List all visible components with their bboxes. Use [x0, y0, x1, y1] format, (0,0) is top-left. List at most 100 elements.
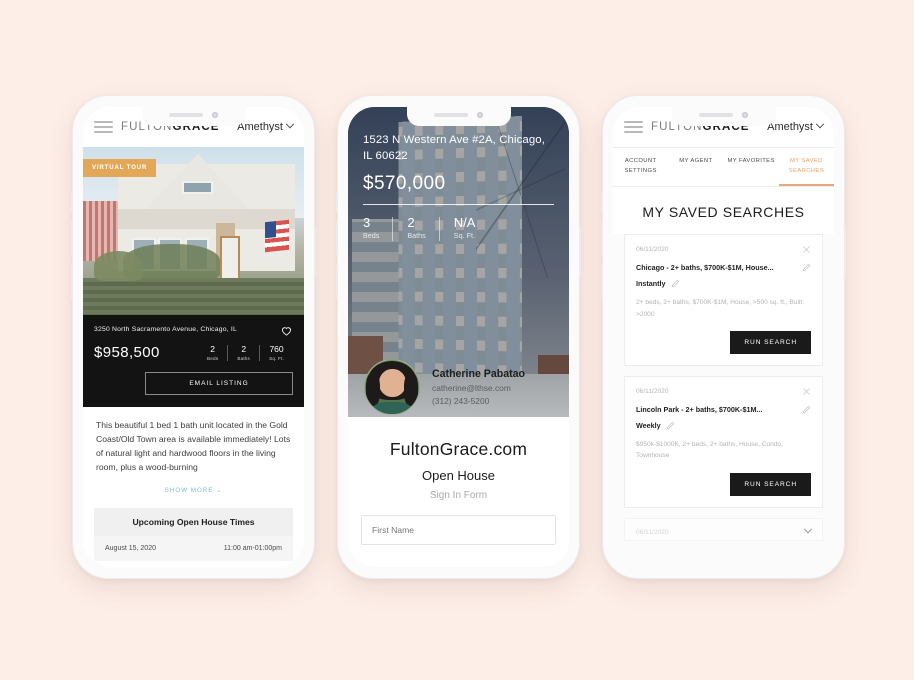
property-price: $570,000 — [363, 173, 446, 195]
saved-search-name-row: Lincoln Park - 2+ baths, $700K-$1M... — [636, 405, 811, 414]
tab-account-settings[interactable]: ACCOUNT SETTINGS — [613, 148, 668, 186]
stat-beds-value: 2 — [210, 344, 216, 355]
show-more-label: SHOW MORE — [164, 486, 214, 494]
stat-baths-value: 2 — [241, 344, 247, 355]
hamburger-icon[interactable] — [94, 121, 113, 133]
chevron-down-icon: ⌄ — [216, 486, 223, 494]
virtual-tour-badge[interactable]: VIRTUAL TOUR — [83, 159, 157, 177]
open-house-signin-form: FultonGrace.com Open House Sign In Form — [348, 417, 569, 567]
phone3-screen: FULTONGRACE Amethyst ACCOUNT SETTINGS MY… — [613, 107, 834, 567]
close-icon[interactable] — [802, 387, 811, 396]
hamburger-icon[interactable] — [624, 121, 643, 133]
agent-name: Catherine Pabatao — [432, 367, 526, 380]
phone2-screen: 1523 N Western Ave #2A, Chicago, IL 6062… — [348, 107, 569, 567]
front-shrub — [94, 251, 143, 282]
phone-volume-up-button — [71, 222, 73, 256]
listing-price-row: $958,500 2 Beds 2 Baths 760 Sq. Ft. — [94, 344, 293, 361]
email-listing-button[interactable]: EMAIL LISTING — [145, 372, 293, 395]
listing-hero-photo[interactable]: VIRTUAL TOUR — [83, 147, 304, 315]
account-menu[interactable]: Amethyst — [237, 119, 295, 133]
avatar-hair-left — [366, 372, 381, 407]
speaker-grille-icon — [699, 113, 733, 117]
pencil-icon[interactable] — [802, 263, 811, 272]
account-menu-label: Amethyst — [767, 121, 813, 133]
tab-my-saved-searches[interactable]: MY SAVED SEARCHES — [778, 148, 834, 187]
account-menu[interactable]: Amethyst — [767, 119, 825, 133]
phone-mockup-saved-searches: FULTONGRACE Amethyst ACCOUNT SETTINGS MY… — [601, 95, 846, 579]
phone-notch — [141, 107, 246, 126]
chevron-down-icon[interactable] — [803, 525, 813, 534]
front-door — [220, 236, 240, 282]
run-search-button[interactable]: RUN SEARCH — [730, 331, 811, 355]
stat-sqft-label: Sq. Ft. — [269, 355, 284, 361]
listing-stats: 2 Beds 2 Baths 760 Sq. Ft. — [198, 344, 293, 361]
agent-email[interactable]: catherine@lthse.com — [432, 382, 525, 395]
chevron-down-icon — [815, 119, 825, 129]
saved-search-name: Chicago - 2+ baths, $700K-$1M, House... — [636, 263, 774, 273]
page-title: MY SAVED SEARCHES — [613, 187, 834, 235]
stat-sqft-value: 760 — [269, 344, 284, 355]
phone-volume-up-button — [601, 222, 603, 256]
agent-details: Catherine Pabatao catherine@lthse.com (3… — [432, 366, 525, 408]
stat-beds-label: Beds — [363, 231, 380, 241]
listing-address: 3250 North Sacramento Avenue, Chicago, I… — [94, 326, 237, 333]
stat-sqft-value: N/A — [453, 215, 476, 231]
first-name-input[interactable] — [361, 515, 556, 545]
heart-icon[interactable] — [280, 324, 293, 337]
saved-search-header: 06/11/2020 — [636, 525, 813, 536]
pencil-icon[interactable] — [802, 405, 811, 414]
phone-side-button — [601, 192, 603, 212]
stat-baths-label: Baths — [237, 355, 251, 361]
saved-searches-list: 06/11/2020 Chicago - 2+ baths, $700K-$1M… — [613, 234, 834, 567]
pencil-icon[interactable] — [666, 421, 675, 430]
saved-search-name: Lincoln Park - 2+ baths, $700K-$1M... — [636, 405, 763, 415]
form-caption: Sign In Form — [429, 490, 488, 501]
front-camera-icon — [742, 112, 748, 118]
close-icon[interactable] — [802, 245, 811, 254]
open-house-table: Upcoming Open House Times August 15, 202… — [94, 507, 293, 561]
front-camera-icon — [212, 112, 218, 118]
open-house-heading: Upcoming Open House Times — [94, 507, 293, 536]
pencil-icon[interactable] — [671, 279, 680, 288]
stat-beds-value: 3 — [363, 215, 371, 231]
open-house-time: 11:00 am-01:00pm — [223, 544, 282, 552]
listing-summary-bar: 3250 North Sacramento Avenue, Chicago, I… — [83, 315, 304, 407]
tab-my-agent[interactable]: MY AGENT — [668, 148, 723, 186]
american-flag-icon — [264, 219, 289, 253]
run-search-button[interactable]: RUN SEARCH — [730, 472, 811, 496]
phone-side-button — [336, 192, 338, 212]
tab-my-favorites[interactable]: MY FAVORITES — [724, 148, 779, 186]
show-more-link[interactable]: SHOW MORE ⌄ — [83, 486, 304, 494]
phone-volume-up-button — [336, 222, 338, 256]
phone-volume-down-button — [71, 264, 73, 298]
speaker-grille-icon — [169, 113, 203, 117]
phone-power-button — [579, 226, 581, 278]
open-house-date: August 15, 2020 — [105, 544, 156, 552]
listing-description: This beautiful 1 bed 1 bath unit located… — [96, 420, 291, 472]
phone-volume-down-button — [601, 264, 603, 298]
saved-search-date: 06/11/2020 — [636, 528, 669, 536]
listing-address-row: 3250 North Sacramento Avenue, Chicago, I… — [94, 324, 293, 337]
property-info-overlay: 1523 N Western Ave #2A, Chicago, IL 6062… — [348, 107, 569, 242]
agent-card[interactable]: Catherine Pabatao catherine@lthse.com (3… — [348, 359, 569, 415]
avatar-hair-right — [403, 372, 418, 407]
saved-search-criteria: 2+ beds, 2+ baths, $700K-$1M, House, >50… — [636, 299, 805, 318]
agent-phone[interactable]: (312) 243-5200 — [432, 395, 525, 408]
account-tabs: ACCOUNT SETTINGS MY AGENT MY FAVORITES M… — [613, 147, 834, 188]
front-steps — [83, 278, 304, 315]
saved-search-frequency: Instantly — [636, 279, 666, 289]
phone-power-button — [844, 226, 846, 278]
stat-baths-value: 2 — [407, 215, 415, 231]
stat-sqft: N/A Sq. Ft. — [454, 215, 476, 240]
stat-sqft-label: Sq. Ft. — [453, 231, 475, 241]
listing-price: $958,500 — [94, 344, 160, 361]
stat-sqft: 760 Sq. Ft. — [260, 344, 293, 361]
phone-mockup-open-house-signin: 1523 N Western Ave #2A, Chicago, IL 6062… — [336, 95, 581, 579]
saved-search-card: 06/11/2020 Lincoln Park - 2+ baths, $700… — [624, 376, 823, 508]
divider-rule — [363, 204, 554, 206]
attic-window — [182, 180, 214, 195]
form-subtitle: Open House — [422, 468, 495, 483]
saved-search-frequency-row: Instantly — [636, 279, 811, 288]
phone-notch — [406, 107, 511, 126]
avatar-shoulders — [373, 402, 411, 414]
